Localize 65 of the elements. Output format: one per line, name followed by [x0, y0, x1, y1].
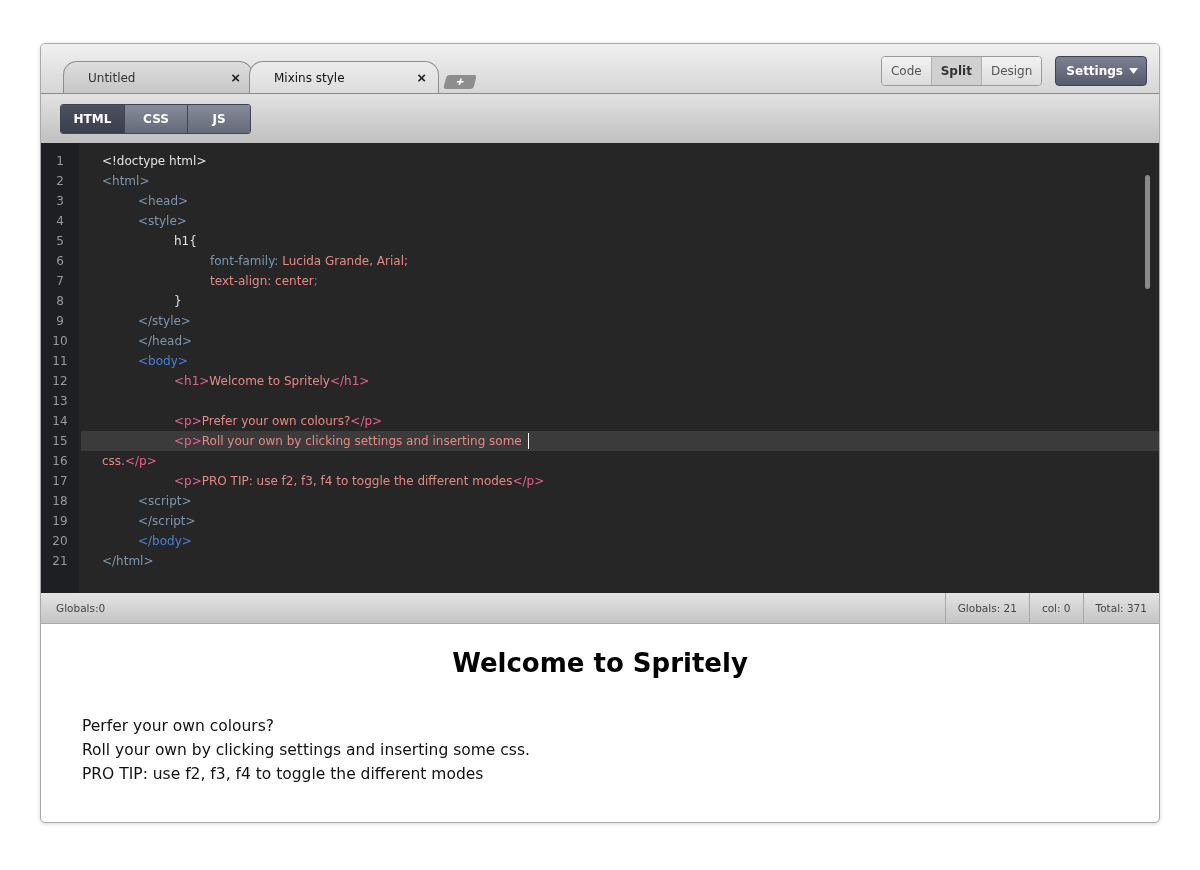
- line-number: 11: [51, 354, 69, 368]
- code-line: <!doctype html>: [102, 154, 207, 168]
- language-tab[interactable]: CSS: [124, 104, 187, 133]
- status-text: Globals:0: [55, 602, 107, 614]
- line-number: 20: [51, 534, 69, 548]
- line-number: 17: [51, 474, 69, 488]
- tab-title: Untitled: [88, 70, 136, 85]
- preview-paragraph: Perfer your own colours?: [82, 716, 275, 737]
- close-tab-button[interactable]: ×: [231, 69, 240, 86]
- line-number: 3: [55, 194, 65, 208]
- code-line: <p>PRO TIP: use f2, f3, f4 to toggle the different modes</p>: [173, 474, 545, 488]
- line-number: 18: [51, 494, 69, 508]
- line-number: 5: [55, 234, 65, 248]
- code-line: </head>: [137, 334, 193, 348]
- view-mode-button[interactable]: Design: [980, 57, 1042, 85]
- code-line: <style>: [137, 214, 187, 228]
- line-number: 15: [51, 434, 69, 448]
- code-line: </script>: [137, 514, 196, 528]
- text-cursor: [527, 433, 529, 449]
- view-mode-button[interactable]: Split: [930, 57, 981, 85]
- line-number: 8: [55, 294, 65, 308]
- preview-paragraph: Roll your own by clicking settings and inserting some css.: [82, 740, 531, 761]
- code-line: </body>: [137, 534, 192, 548]
- code-line: <h1>Welcome to Spritely</h1>: [173, 374, 370, 388]
- line-number: 10: [51, 334, 69, 348]
- line-number: 7: [55, 274, 65, 288]
- status-text: col: 0: [1028, 593, 1083, 623]
- language-tab[interactable]: HTML: [61, 104, 124, 133]
- line-number: 4: [55, 214, 65, 228]
- code-line: <body>: [137, 354, 188, 368]
- scrollbar-thumb[interactable]: [1145, 175, 1150, 289]
- code-line: css.</p>: [102, 454, 157, 468]
- code-line: }: [173, 294, 182, 308]
- code-line: </style>: [137, 314, 191, 328]
- status-text: Total: 371: [1082, 593, 1159, 623]
- code-line: <p>Roll your own by clicking settings and inserting some: [173, 434, 523, 448]
- line-number: 6: [55, 254, 65, 268]
- code-line: h1{: [173, 234, 197, 248]
- close-tab-button[interactable]: ×: [417, 69, 426, 86]
- code-line: text-align: center;: [209, 274, 318, 288]
- caret-icon: [1129, 68, 1138, 74]
- preview-paragraph: PRO TIP: use f2, f3, f4 to toggle the different modes: [82, 764, 485, 785]
- line-number: 2: [55, 174, 65, 188]
- view-mode-button[interactable]: Code: [881, 57, 931, 85]
- line-number: 21: [51, 554, 69, 568]
- language-tab[interactable]: JS: [187, 104, 250, 133]
- code-line: <script>: [137, 494, 192, 508]
- line-number: 1: [55, 154, 65, 168]
- line-number: 9: [55, 314, 65, 328]
- document-tab[interactable]: Mixins style ×: [249, 61, 439, 93]
- line-number: 12: [51, 374, 69, 388]
- code-line: <html>: [102, 174, 150, 188]
- settings-button[interactable]: Settings: [1055, 56, 1147, 86]
- code-line: font-family: Lucida Grande, Arial;: [209, 254, 409, 268]
- line-number: 13: [51, 394, 69, 408]
- code-line: </html>: [102, 554, 154, 568]
- preview-heading: Welcome to Spritely: [451, 648, 749, 678]
- line-number: 14: [51, 414, 69, 428]
- line-number: 19: [51, 514, 69, 528]
- status-text: Globals: 21: [944, 593, 1029, 623]
- document-tab[interactable]: Untitled ×: [63, 61, 253, 93]
- code-line: <p>Prefer your own colours?</p>: [173, 414, 383, 428]
- line-number: 16: [51, 454, 69, 468]
- code-line: <head>: [137, 194, 189, 208]
- tab-title: Mixins style: [274, 70, 345, 85]
